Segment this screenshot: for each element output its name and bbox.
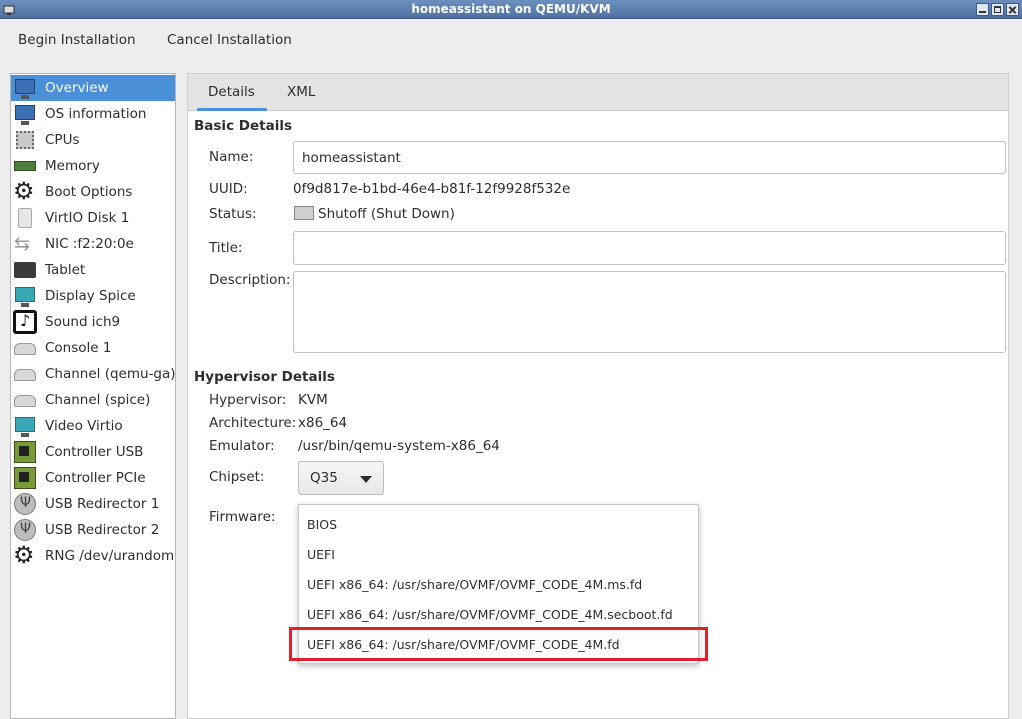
gear-icon: ⚙ (13, 177, 35, 205)
channel-icon (13, 388, 37, 412)
hardware-list: Overview OS information CPUs Memory ⚙ Bo… (10, 73, 176, 719)
chevron-down-icon (360, 476, 372, 483)
cpu-icon (13, 128, 37, 152)
network-icon: ⇆ (14, 233, 30, 255)
sidebar-item-sound[interactable]: Sound ich9 (11, 309, 175, 335)
monitor-icon (13, 76, 37, 100)
controller-icon (13, 466, 37, 490)
firmware-option-uefi[interactable]: UEFI (299, 540, 698, 570)
sidebar-item-controller-pcie[interactable]: Controller PCIe (11, 465, 175, 491)
tablet-icon (13, 258, 37, 282)
chipset-selected-value: Q35 (310, 470, 338, 486)
window-title: homeassistant on QEMU/KVM (411, 2, 611, 16)
app-icon (3, 3, 15, 15)
channel-icon (13, 362, 37, 386)
hypervisor-label: Hypervisor: (209, 392, 287, 408)
name-input[interactable] (293, 141, 1006, 174)
toolbar: Begin Installation Cancel Installation (0, 19, 1022, 65)
disk-icon (13, 206, 37, 230)
shutoff-status-icon (294, 206, 314, 220)
title-input[interactable] (293, 231, 1006, 265)
memory-icon (13, 154, 37, 178)
sidebar-item-controller-usb[interactable]: Controller USB (11, 439, 175, 465)
sidebar-item-video-virtio[interactable]: Video Virtio (11, 413, 175, 439)
sidebar-item-channel-spice[interactable]: Channel (spice) (11, 387, 175, 413)
firmware-dropdown-menu: BIOS UEFI UEFI x86_64: /usr/share/OVMF/O… (298, 504, 699, 664)
usb-icon (13, 518, 37, 542)
firmware-option-bios[interactable]: BIOS (299, 510, 698, 540)
chipset-label: Chipset: (209, 469, 265, 485)
sidebar-item-console[interactable]: Console 1 (11, 335, 175, 361)
description-textarea[interactable] (293, 271, 1006, 353)
usb-icon (13, 492, 37, 516)
name-label: Name: (209, 149, 254, 165)
display-icon (13, 284, 37, 308)
description-label: Description: (209, 272, 291, 288)
sidebar-item-cpus[interactable]: CPUs (11, 127, 175, 153)
gear-icon: ⚙ (13, 541, 35, 569)
emulator-value: /usr/bin/qemu-system-x86_64 (298, 438, 500, 454)
hypervisor-value: KVM (298, 392, 328, 408)
display-icon (13, 414, 37, 438)
firmware-option-uefi-code[interactable]: UEFI x86_64: /usr/share/OVMF/OVMF_CODE_4… (299, 630, 698, 660)
sidebar-item-usb-redirector-1[interactable]: USB Redirector 1 (11, 491, 175, 517)
window-titlebar: homeassistant on QEMU/KVM (0, 0, 1022, 19)
title-label: Title: (209, 240, 243, 256)
sidebar-item-rng[interactable]: ⚙ RNG /dev/urandom (11, 541, 175, 569)
sidebar-item-nic[interactable]: ⇆ NIC :f2:20:0e (11, 231, 175, 257)
status-label: Status: (209, 206, 257, 222)
chipset-dropdown[interactable]: Q35 (298, 461, 384, 495)
minimize-button[interactable] (976, 3, 989, 16)
sidebar-item-tablet[interactable]: Tablet (11, 257, 175, 283)
sidebar-item-os-information[interactable]: OS information (11, 101, 175, 127)
sound-icon (13, 310, 37, 334)
architecture-label: Architecture: (209, 415, 297, 431)
sidebar-item-overview[interactable]: Overview (11, 75, 175, 101)
uuid-label: UUID: (209, 181, 248, 197)
tab-details[interactable]: Details (208, 84, 255, 100)
tab-active-indicator (197, 108, 267, 111)
firmware-option-uefi-ms[interactable]: UEFI x86_64: /usr/share/OVMF/OVMF_CODE_4… (299, 570, 698, 600)
console-icon (13, 336, 37, 360)
monitor-icon (13, 102, 37, 126)
tab-xml[interactable]: XML (287, 84, 315, 100)
hypervisor-details-heading: Hypervisor Details (194, 369, 335, 385)
sidebar-item-usb-redirector-2[interactable]: USB Redirector 2 (11, 517, 175, 543)
firmware-option-uefi-secboot[interactable]: UEFI x86_64: /usr/share/OVMF/OVMF_CODE_4… (299, 600, 698, 630)
sidebar-item-display-spice[interactable]: Display Spice (11, 283, 175, 309)
status-value: Shutoff (Shut Down) (318, 206, 455, 222)
sidebar-item-virtio-disk[interactable]: VirtIO Disk 1 (11, 205, 175, 231)
firmware-label: Firmware: (209, 509, 276, 525)
cancel-installation-button[interactable]: Cancel Installation (167, 32, 292, 48)
controller-icon (13, 440, 37, 464)
close-button[interactable] (1006, 3, 1019, 16)
basic-details-heading: Basic Details (194, 118, 292, 134)
sidebar-item-channel-qemu-ga[interactable]: Channel (qemu-ga) (11, 361, 176, 387)
emulator-label: Emulator: (209, 438, 275, 454)
architecture-value: x86_64 (298, 415, 348, 431)
maximize-button[interactable] (991, 3, 1004, 16)
tab-bar: Details XML (188, 74, 1008, 111)
sidebar-item-memory[interactable]: Memory (11, 153, 175, 179)
uuid-value: 0f9d817e-b1bd-46e4-b81f-12f9928f532e (293, 181, 571, 197)
sidebar-item-boot-options[interactable]: ⚙ Boot Options (11, 177, 175, 205)
begin-installation-button[interactable]: Begin Installation (18, 32, 136, 48)
